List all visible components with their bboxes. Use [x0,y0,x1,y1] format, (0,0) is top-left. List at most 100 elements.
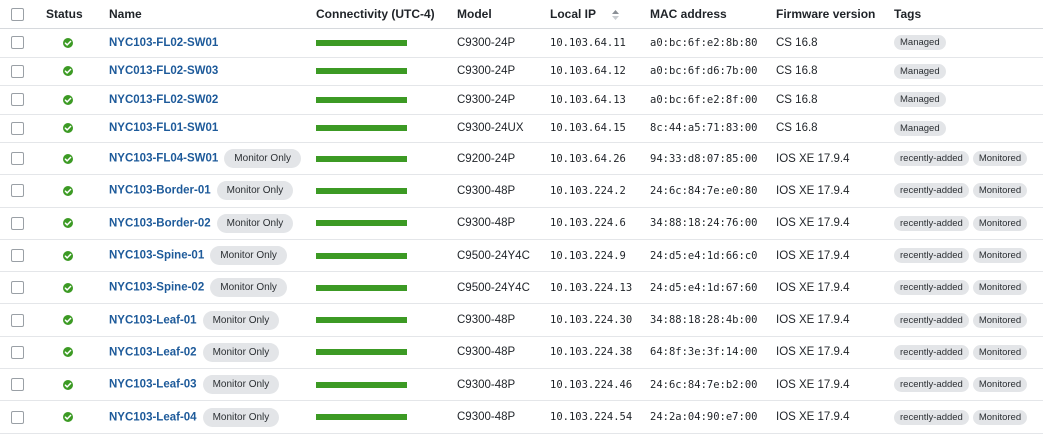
mac-address-cell: 24:6c:84:7e:e0:80 [650,174,776,208]
column-header-name[interactable]: Name [109,0,316,29]
table-header-row: Status Name Connectivity (UTC-4) Model L… [0,0,1043,29]
table-row[interactable]: NYC103-FL04-SW01 Monitor Only C9200-24P 1… [0,142,1043,176]
firmware-cell: IOS XE 17.9.4 [776,174,894,208]
column-header-tags[interactable]: Tags [894,0,1043,29]
tag-pill: Managed [894,35,946,51]
device-name-link[interactable]: NYC103-Border-01 [109,185,211,197]
table-row[interactable]: NYC013-FL02-SW02 C9300-24P 10.103.64.13 … [0,85,1043,115]
connectivity-bar[interactable] [316,68,407,75]
row-select-cell [0,85,46,115]
device-name-link[interactable]: NYC103-Leaf-03 [109,379,197,391]
row-checkbox[interactable] [11,216,24,230]
connectivity-bar-fill [316,125,407,132]
local-ip-cell: 10.103.224.30 [550,303,650,337]
device-name-link[interactable]: NYC103-FL01-SW01 [109,122,218,134]
connectivity-bar[interactable] [316,220,407,227]
table-row[interactable]: NYC103-Border-02 Monitor Only C9300-48P 1… [0,207,1043,240]
connectivity-bar[interactable] [316,414,407,421]
table-row[interactable]: NYC103-Leaf-04 Monitor Only C9300-48P 10.… [0,400,1043,434]
table-row[interactable]: NYC103-Leaf-03 Monitor Only C9300-48P 10.… [0,368,1043,402]
firmware-cell: IOS XE 17.9.4 [776,207,894,240]
firmware-cell: CS 16.8 [776,85,894,115]
device-name-link[interactable]: NYC013-FL02-SW03 [109,65,218,77]
monitor-only-badge: Monitor Only [210,278,287,298]
select-all-cell [0,0,46,29]
row-select-cell [0,336,46,370]
model-cell: C9300-48P [457,368,550,402]
row-checkbox[interactable] [11,313,24,327]
column-header-status[interactable]: Status [46,0,109,29]
connectivity-bar-fill [316,187,407,194]
row-select-cell [0,271,46,305]
table-row[interactable]: NYC103-FL02-SW01 C9300-24P 10.103.64.11 … [0,28,1043,58]
device-name-link[interactable]: NYC103-Spine-02 [109,282,204,294]
model-cell: C9300-24UX [457,114,550,143]
model-cell: C9500-24Y4C [457,271,550,305]
column-header-model[interactable]: Model [457,0,550,29]
table-row[interactable]: NYC103-Leaf-02 Monitor Only C9300-48P 10.… [0,336,1043,370]
local-ip-cell: 10.103.224.46 [550,368,650,402]
device-name-link[interactable]: NYC103-Leaf-01 [109,314,197,326]
name-cell: NYC103-FL04-SW01 Monitor Only [109,142,316,176]
row-checkbox[interactable] [11,93,24,107]
row-checkbox[interactable] [11,249,24,263]
tags-cell: recently-added Monitored [894,368,1043,402]
name-cell: NYC103-FL01-SW01 [109,114,316,143]
connectivity-bar[interactable] [316,349,407,356]
mac-address-cell: a0:bc:6f:d6:7b:00 [650,57,776,86]
connectivity-bar[interactable] [316,381,407,388]
column-header-mac[interactable]: MAC address [650,0,776,29]
connectivity-bar[interactable] [316,317,407,324]
row-checkbox[interactable] [11,410,24,424]
connectivity-bar[interactable] [316,284,407,291]
firmware-cell: IOS XE 17.9.4 [776,239,894,273]
tag-pill: Monitored [972,215,1028,231]
connectivity-bar[interactable] [316,155,407,162]
check-circle-icon [63,250,73,261]
device-name-link[interactable]: NYC103-Spine-01 [109,250,204,262]
connectivity-bar[interactable] [316,96,407,103]
connectivity-bar[interactable] [316,252,407,259]
row-checkbox[interactable] [11,152,24,166]
column-header-connectivity[interactable]: Connectivity (UTC-4) [316,0,457,29]
table-row[interactable]: NYC103-FL01-SW01 C9300-24UX 10.103.64.15… [0,114,1043,143]
connectivity-bar[interactable] [316,187,407,194]
table-row[interactable]: NYC103-Spine-01 Monitor Only C9500-24Y4C … [0,239,1043,273]
device-name-link[interactable]: NYC103-FL02-SW01 [109,37,218,49]
mac-address-cell: 8c:44:a5:71:83:00 [650,114,776,143]
device-table: Status Name Connectivity (UTC-4) Model L… [0,0,1043,434]
connectivity-bar[interactable] [316,125,407,132]
status-cell [46,271,109,305]
local-ip-cell: 10.103.224.9 [550,239,650,273]
select-all-checkbox[interactable] [11,8,24,22]
sort-icon[interactable] [611,9,620,20]
table-row[interactable]: NYC103-Border-01 Monitor Only C9300-48P 1… [0,174,1043,208]
device-name-link[interactable]: NYC103-Leaf-04 [109,411,197,423]
connectivity-bar[interactable] [316,39,407,46]
row-checkbox[interactable] [11,64,24,78]
row-checkbox[interactable] [11,184,24,198]
monitor-only-badge: Monitor Only [216,213,294,233]
row-checkbox[interactable] [11,345,24,359]
device-name-link[interactable]: NYC103-Leaf-02 [109,346,197,358]
local-ip-cell: 10.103.64.13 [550,85,650,115]
status-cell [46,28,109,58]
row-checkbox[interactable] [11,378,24,392]
status-cell [46,57,109,86]
name-cell: NYC103-Border-02 Monitor Only [109,207,316,240]
device-name-link[interactable]: NYC103-FL04-SW01 [109,153,218,165]
table-row[interactable]: NYC013-FL02-SW03 C9300-24P 10.103.64.12 … [0,57,1043,86]
mac-address-cell: a0:bc:6f:e2:8f:00 [650,85,776,115]
row-checkbox[interactable] [11,281,24,295]
status-cell [46,336,109,370]
table-row[interactable]: NYC103-Leaf-01 Monitor Only C9300-48P 10.… [0,303,1043,337]
row-select-cell [0,400,46,434]
column-header-firmware[interactable]: Firmware version [776,0,894,29]
device-name-link[interactable]: NYC103-Border-02 [109,217,211,229]
table-row[interactable]: NYC103-Spine-02 Monitor Only C9500-24Y4C … [0,271,1043,305]
row-checkbox[interactable] [11,36,24,50]
tag-pill: Monitored [972,248,1028,264]
row-checkbox[interactable] [11,121,24,135]
device-name-link[interactable]: NYC013-FL02-SW02 [109,94,218,106]
column-header-local-ip[interactable]: Local IP [550,0,650,29]
